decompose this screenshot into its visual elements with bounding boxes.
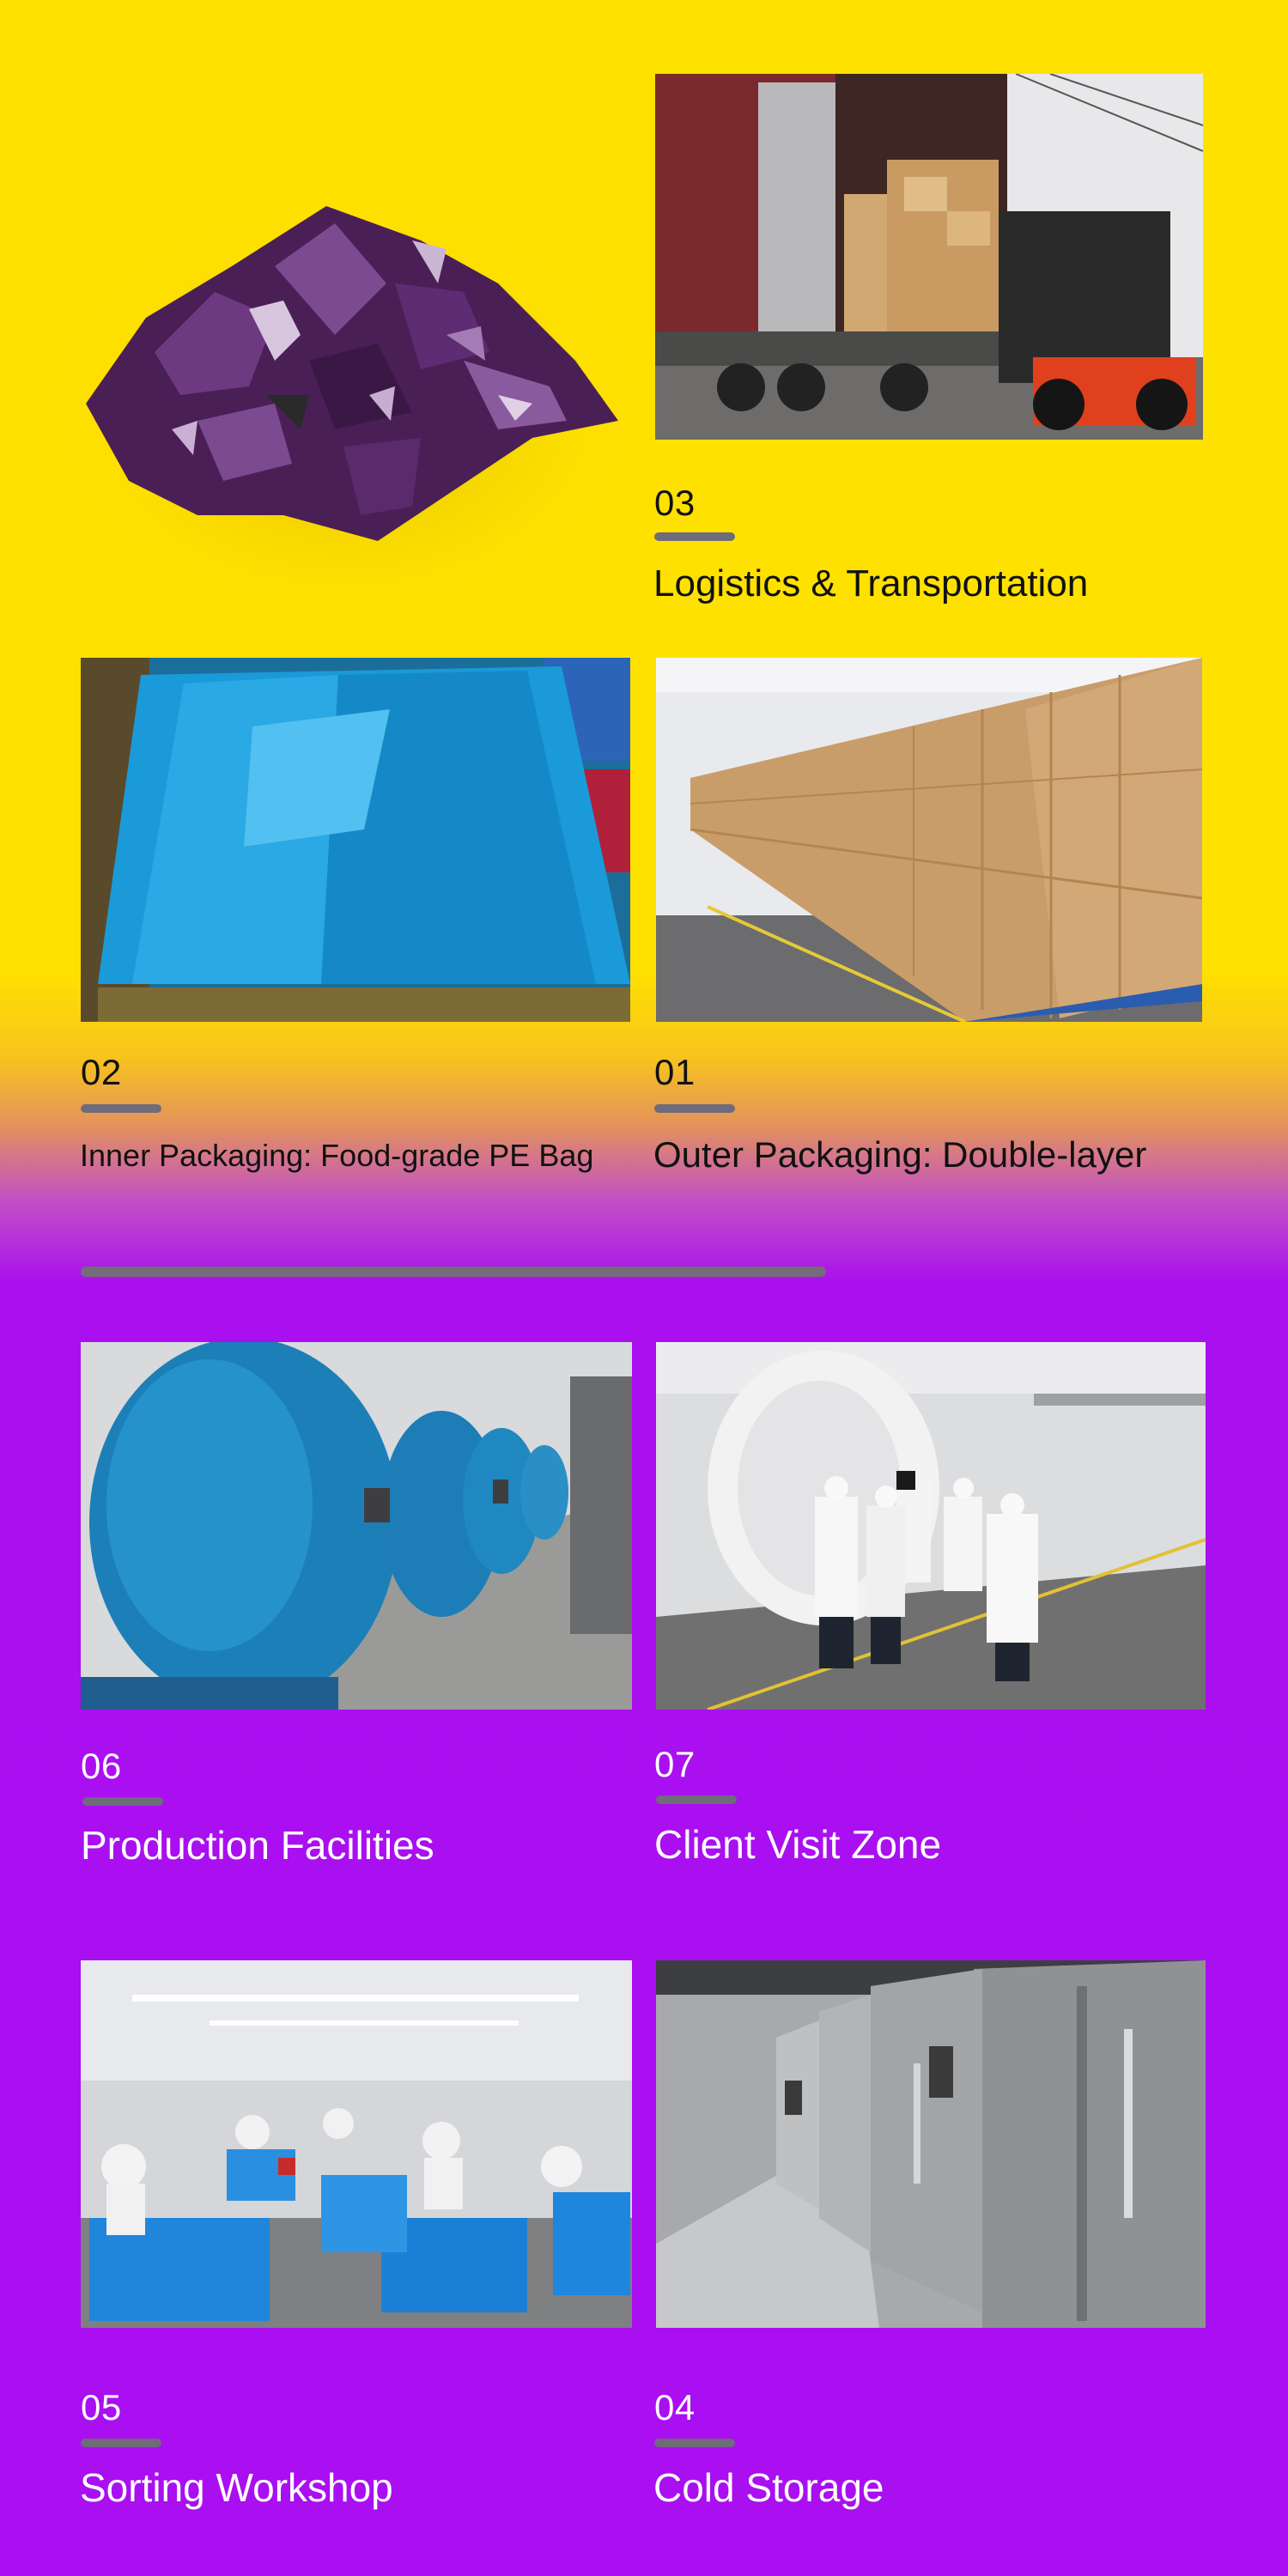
logistics-accent-bar — [654, 532, 735, 541]
cold-storage-number: 04 — [654, 2387, 696, 2427]
cold-storage-accent-bar — [654, 2439, 735, 2447]
production-facilities-photo — [81, 1342, 632, 1710]
outer-packaging-title: Outer Packaging: Double-layer — [653, 1134, 1147, 1175]
sorting-title: Sorting Workshop — [80, 2465, 393, 2510]
inner-packaging-number: 02 — [81, 1052, 122, 1092]
product-image — [52, 137, 635, 601]
sorting-workshop-photo — [81, 1960, 632, 2328]
inner-packaging-accent-bar — [81, 1104, 161, 1113]
sorting-number: 05 — [81, 2387, 122, 2427]
production-title: Production Facilities — [81, 1823, 434, 1868]
client-visit-number: 07 — [654, 1744, 696, 1784]
inner-packaging-title: Inner Packaging: Food-grade PE Bag — [80, 1138, 594, 1173]
factory-showcase-page: 03 Logistics & Transportation 02 Inner P… — [0, 0, 1288, 2576]
outer-packaging-accent-bar — [654, 1104, 735, 1113]
sorting-accent-bar — [81, 2439, 161, 2447]
client-visit-title: Client Visit Zone — [654, 1822, 942, 1867]
cold-storage-title: Cold Storage — [653, 2465, 884, 2510]
outer-packaging-photo — [656, 658, 1202, 1022]
production-number: 06 — [81, 1746, 122, 1786]
inner-packaging-photo — [81, 658, 630, 1022]
logistics-photo — [655, 74, 1203, 440]
outer-packaging-number: 01 — [654, 1052, 696, 1092]
production-accent-bar — [82, 1797, 163, 1806]
cold-storage-photo — [656, 1960, 1206, 2328]
logistics-number: 03 — [654, 483, 696, 523]
section-divider — [81, 1267, 826, 1277]
logistics-title: Logistics & Transportation — [653, 562, 1089, 605]
client-visit-photo — [656, 1342, 1206, 1710]
client-visit-accent-bar — [656, 1795, 737, 1804]
